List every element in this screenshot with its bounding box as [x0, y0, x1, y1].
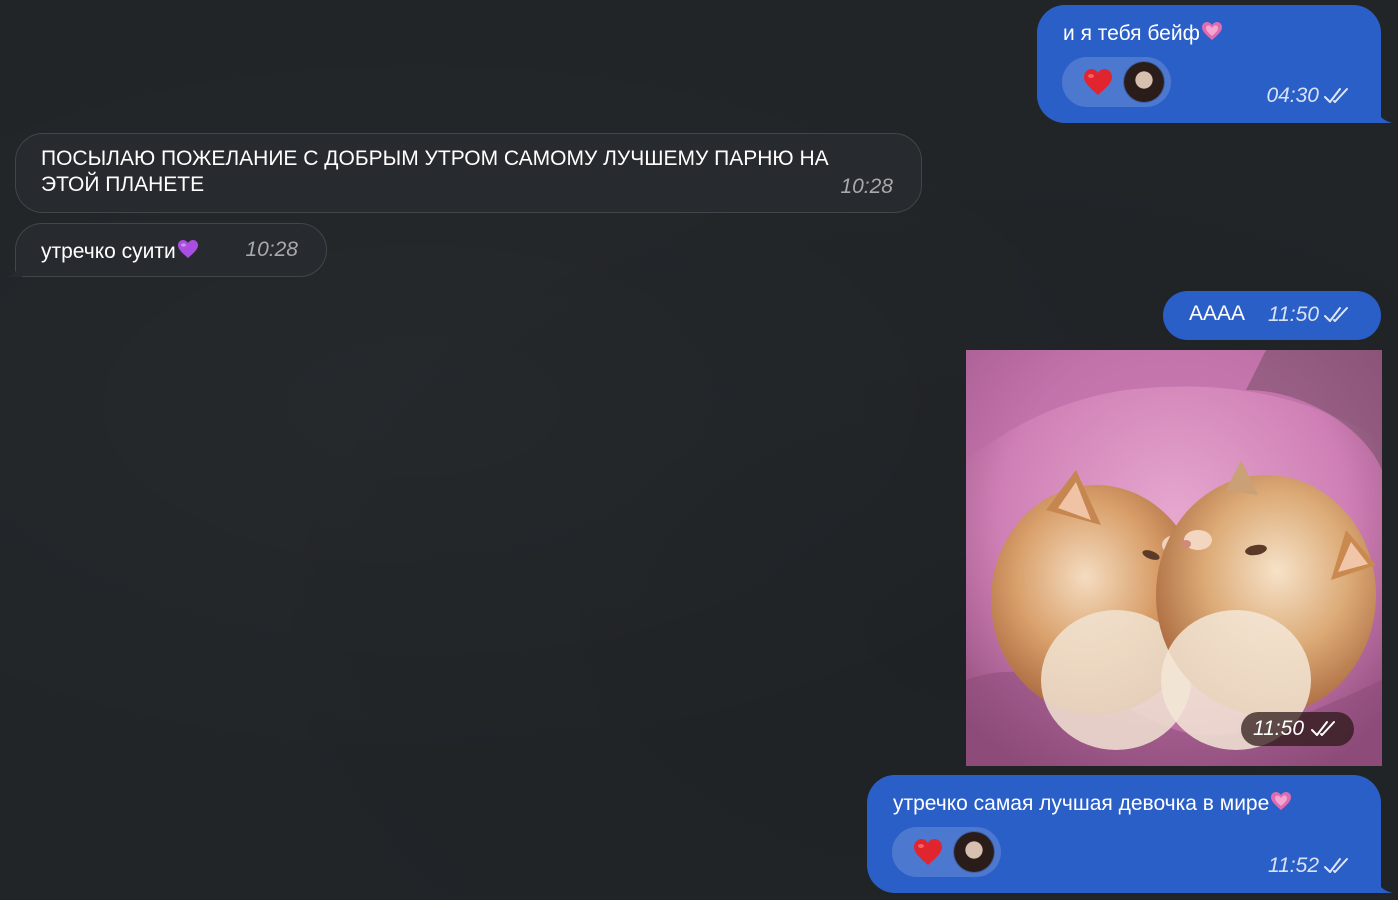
message-bubble-outgoing[interactable]: и я тебя бейф 04:30 [1037, 5, 1393, 123]
message-time: 04:30 [1266, 84, 1319, 107]
message-text: утречко суити [41, 240, 176, 263]
message-bubble-outgoing[interactable]: АААА 11:50 [1163, 291, 1381, 340]
avatar[interactable] [1124, 62, 1164, 102]
pink-heart-icon [1201, 22, 1222, 40]
red-heart-icon [1084, 69, 1112, 95]
video-time-badge: 11:50 [1241, 712, 1354, 746]
bubble-tail [1375, 875, 1393, 893]
message-time: 10:28 [245, 238, 298, 261]
message-text: и я тебя бейф [1063, 22, 1200, 45]
double-check-icon [1311, 721, 1335, 736]
message-time: 11:50 [1253, 717, 1304, 740]
message-text-line-1: ПОСЫЛАЮ ПОЖЕЛАНИЕ С ДОБРЫМ УТРОМ САМОМУ … [41, 147, 829, 170]
bubble-tail [1375, 105, 1393, 123]
avatar[interactable] [954, 832, 994, 872]
pink-heart-icon [1271, 792, 1292, 810]
message-bubble-incoming[interactable]: утречко суити 10:28 [4, 223, 327, 277]
kittens-kissing-video [966, 350, 1382, 766]
double-check-icon [1324, 858, 1348, 873]
message-time: 11:52 [1268, 854, 1319, 877]
red-heart-icon [914, 839, 942, 865]
message-time: 10:28 [840, 175, 893, 198]
reaction-pill[interactable] [892, 827, 1001, 877]
double-check-icon [1324, 307, 1348, 322]
message-bubble-outgoing[interactable]: утречко самая лучшая девочка в мире 11:5… [867, 775, 1393, 893]
message-text: утречко самая лучшая девочка в мире [893, 792, 1270, 815]
message-text-line-2: ЭТОЙ ПЛАНЕТЕ [41, 173, 205, 196]
reaction-pill[interactable] [1062, 57, 1171, 107]
video-message[interactable]: 11:50 [966, 350, 1382, 766]
purple-heart-icon [177, 240, 198, 258]
double-check-icon [1324, 88, 1348, 103]
bubble-tail [4, 259, 22, 277]
message-bubble-incoming[interactable]: ПОСЫЛАЮ ПОЖЕЛАНИЕ С ДОБРЫМ УТРОМ САМОМУ … [15, 133, 922, 213]
message-text: АААА [1189, 302, 1246, 325]
message-time: 11:50 [1268, 303, 1319, 326]
